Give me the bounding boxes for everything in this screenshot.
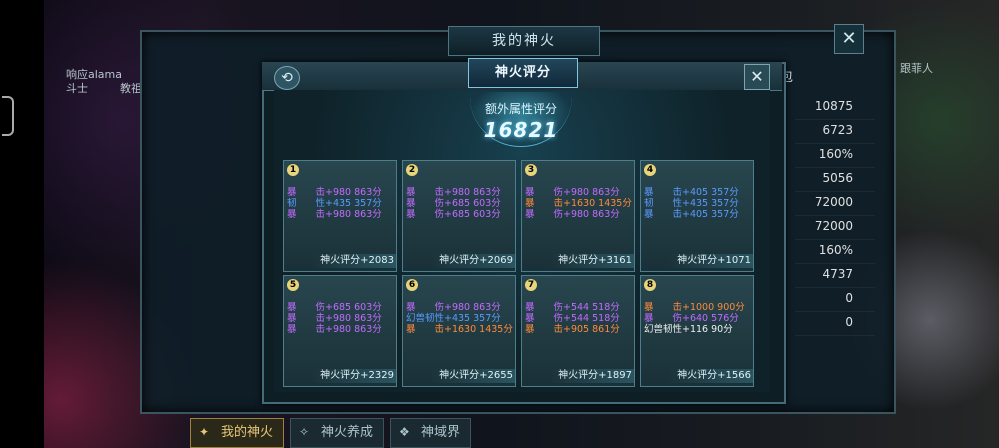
stat-value: 5056 <box>795 168 875 192</box>
tab-divine-realm[interactable]: ❖ 神域界 <box>390 418 472 448</box>
stat-value: 0 <box>795 312 875 336</box>
close-icon: ✕ <box>750 67 764 86</box>
slot-attribute-list: 暴 伤+980 863分 幻兽韧性+435 357分暴 击+1630 1435分 <box>406 302 516 335</box>
fire-slot-4[interactable]: 4 暴 击+405 357分韧 性+435 357分暴 击+405 357分神火评… <box>640 160 754 272</box>
attribute-line: 暴 伤+980 863分 <box>525 209 620 220</box>
slot-score: 神火评分+1897 <box>550 369 634 383</box>
slot-number-badge: 3 <box>525 164 537 176</box>
back-button[interactable]: ⟲ <box>274 66 300 90</box>
attribute-line: 暴 伤+685 603分 <box>406 209 501 220</box>
fire-slot-5[interactable]: 5 暴 伤+685 603分暴 击+980 863分暴 击+980 863分神火评… <box>283 275 397 387</box>
attribute-line: 暴 击+1630 1435分 <box>525 198 632 209</box>
attribute-line: 暴 击+980 863分 <box>287 313 382 324</box>
slot-number-badge: 6 <box>406 279 418 291</box>
attribute-line: 暴 击+980 863分 <box>287 209 382 220</box>
attribute-line: 暴 伤+544 518分 <box>525 313 620 324</box>
realm-icon: ❖ <box>399 425 410 439</box>
slot-score: 神火评分+2655 <box>431 369 515 383</box>
fire-slot-8[interactable]: 8 暴 击+1000 900分暴 伤+640 576分 幻兽韧性+116 90分神火… <box>640 275 754 387</box>
background-player-title: 斗士 <box>66 82 88 95</box>
window-close-button[interactable]: ✕ <box>834 24 864 54</box>
screen-edge <box>0 0 44 448</box>
attribute-line: 暴 击+980 863分 <box>406 187 501 198</box>
attribute-line: 暴 击+1630 1435分 <box>406 324 513 335</box>
attribute-line: 幻兽韧性+116 90分 <box>644 324 733 335</box>
attribute-line: 暴 击+905 861分 <box>525 324 620 335</box>
attribute-line: 暴 伤+685 603分 <box>287 302 382 313</box>
attribute-line: 暴 击+405 357分 <box>644 209 739 220</box>
fire-slot-1[interactable]: 1 暴 击+980 863分韧 性+435 357分暴 击+980 863分神火评… <box>283 160 397 272</box>
back-icon: ⟲ <box>281 70 293 86</box>
slot-score: 神火评分+2069 <box>431 254 515 268</box>
fire-icon: ✦ <box>199 425 210 439</box>
close-icon: ✕ <box>841 28 857 49</box>
fire-slot-6[interactable]: 6 暴 伤+980 863分 幻兽韧性+435 357分暴 击+1630 1435分… <box>402 275 516 387</box>
slot-score: 神火评分+1071 <box>669 254 753 268</box>
upgrade-icon: ✧ <box>299 425 310 439</box>
attribute-line: 暴 伤+544 518分 <box>525 302 620 313</box>
extra-score-label: 额外属性评分 <box>484 102 557 116</box>
slot-attribute-list: 暴 伤+685 603分暴 击+980 863分暴 击+980 863分 <box>287 302 397 335</box>
slot-attribute-list: 暴 击+1000 900分暴 伤+640 576分 幻兽韧性+116 90分 <box>644 302 754 335</box>
dialog-close-button[interactable]: ✕ <box>744 64 770 90</box>
bottom-tab-bar: ✦ 我的神火 ✧ 神火养成 ❖ 神域界 <box>190 418 472 448</box>
slot-score: 神火评分+2329 <box>312 369 396 383</box>
tab-my-divine-fire[interactable]: ✦ 我的神火 <box>190 418 285 448</box>
attribute-line: 韧 性+435 357分 <box>644 198 739 209</box>
attribute-line: 暴 击+1000 900分 <box>644 302 745 313</box>
stat-value: 0 <box>795 288 875 312</box>
slot-number-badge: 4 <box>644 164 656 176</box>
slot-number-badge: 7 <box>525 279 537 291</box>
fire-slot-2[interactable]: 2 暴 击+980 863分暴 伤+685 603分暴 伤+685 603分神火评… <box>402 160 516 272</box>
slot-attribute-list: 暴 击+980 863分暴 伤+685 603分暴 伤+685 603分 <box>406 187 516 220</box>
slot-number-badge: 1 <box>287 164 299 176</box>
attribute-line: 暴 击+405 357分 <box>644 187 739 198</box>
slot-score: 神火评分+1566 <box>669 369 753 383</box>
stat-value: 160% <box>795 240 875 264</box>
slot-number-badge: 8 <box>644 279 656 291</box>
attribute-line: 暴 伤+685 603分 <box>406 198 501 209</box>
extra-score-value: 16821 <box>483 118 559 142</box>
attribute-line: 韧 性+435 357分 <box>287 198 382 209</box>
slot-attribute-list: 暴 击+980 863分韧 性+435 357分暴 击+980 863分 <box>287 187 397 220</box>
fire-slot-7[interactable]: 7 暴 伤+544 518分暴 伤+544 518分暴 击+905 861分神火评… <box>521 275 635 387</box>
attribute-line: 暴 击+980 863分 <box>287 324 382 335</box>
slot-score: 神火评分+2083 <box>312 254 396 268</box>
attribute-line: 暴 伤+980 863分 <box>406 302 501 313</box>
fire-slot-3[interactable]: 3 暴 伤+980 863分暴 击+1630 1435分暴 伤+980 863分神… <box>521 160 635 272</box>
stat-value: 72000 <box>795 216 875 240</box>
slot-score: 神火评分+3161 <box>550 254 634 268</box>
slot-number-badge: 2 <box>406 164 418 176</box>
stat-value: 6723 <box>795 120 875 144</box>
slot-attribute-list: 暴 伤+544 518分暴 伤+544 518分暴 击+905 861分 <box>525 302 635 335</box>
attribute-line: 暴 伤+980 863分 <box>525 187 620 198</box>
stat-value: 4737 <box>795 264 875 288</box>
stat-value: 10875 <box>795 96 875 120</box>
background-player-name-right: 跟菲人 <box>900 62 933 75</box>
stat-value: 160% <box>795 144 875 168</box>
background-guild-title: 教祖 <box>120 82 142 95</box>
dialog-title: 神火评分 <box>468 58 578 88</box>
stat-value: 72000 <box>795 192 875 216</box>
stat-values-column: 10875 6723 160% 5056 72000 72000 160% 47… <box>795 96 875 336</box>
slot-attribute-list: 暴 击+405 357分韧 性+435 357分暴 击+405 357分 <box>644 187 754 220</box>
window-title: 我的神火 <box>448 26 600 56</box>
side-drawer-handle[interactable] <box>2 96 14 136</box>
tab-divine-fire-upgrade[interactable]: ✧ 神火养成 <box>290 418 385 448</box>
slot-attribute-list: 暴 伤+980 863分暴 击+1630 1435分暴 伤+980 863分 <box>525 187 635 220</box>
attribute-line: 幻兽韧性+435 357分 <box>406 313 501 324</box>
attribute-line: 暴 击+980 863分 <box>287 187 382 198</box>
attribute-line: 暴 伤+640 576分 <box>644 313 739 324</box>
slot-number-badge: 5 <box>287 279 299 291</box>
